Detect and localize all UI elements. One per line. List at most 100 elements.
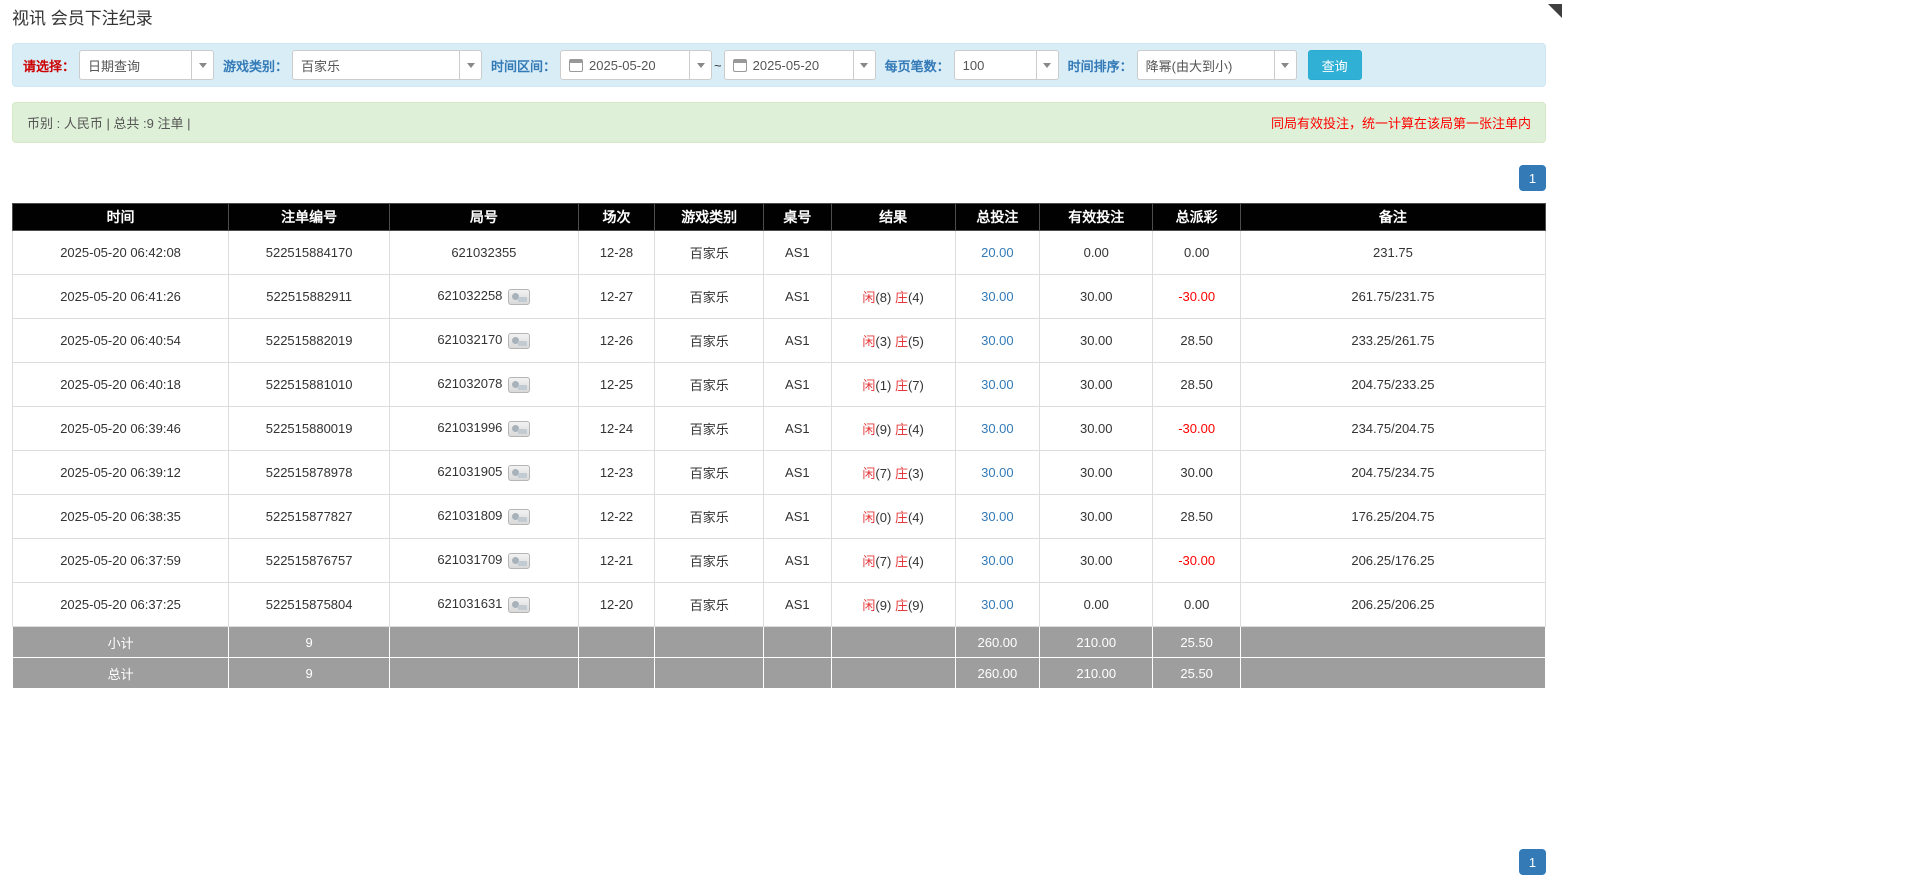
result-player-score: (9) — [875, 422, 891, 437]
per-page-select[interactable]: 100 — [954, 50, 1059, 80]
result-player-score: (9) — [875, 598, 891, 613]
query-type-select[interactable]: 日期查询 — [79, 50, 214, 80]
total-bet-link[interactable]: 30.00 — [981, 597, 1014, 612]
cell-game-type: 百家乐 — [655, 539, 764, 583]
replay-icon[interactable] — [508, 553, 530, 569]
cell-round: 621032355 — [390, 231, 579, 275]
round-number: 621032170 — [437, 332, 502, 347]
footer-note — [1240, 658, 1545, 689]
cell-result: 闲(9) 庄(9) — [831, 583, 955, 627]
round-number: 621031809 — [437, 508, 502, 523]
footer-result — [831, 627, 955, 658]
footer-total-bet: 260.00 — [955, 627, 1039, 658]
replay-icon[interactable] — [508, 509, 530, 525]
total-bet-link[interactable]: 30.00 — [981, 465, 1014, 480]
cell-total-bet: 30.00 — [955, 539, 1039, 583]
date-from-picker[interactable]: 2025-05-20 — [560, 50, 712, 80]
game-type-select[interactable]: 百家乐 — [292, 50, 482, 80]
replay-icon[interactable] — [508, 465, 530, 481]
replay-icon[interactable] — [508, 421, 530, 437]
column-header: 备注 — [1240, 204, 1545, 231]
search-button[interactable]: 查询 — [1308, 50, 1362, 80]
main-content: 视讯 会员下注纪录 请选择： 日期查询 游戏类别： 百家乐 时间区间： 2025… — [12, 4, 1546, 689]
total-bet-link[interactable]: 30.00 — [981, 553, 1014, 568]
replay-icon[interactable] — [508, 289, 530, 305]
total-bet-link[interactable]: 30.00 — [981, 421, 1014, 436]
cell-bet-id: 522515882911 — [229, 275, 390, 319]
footer-result — [831, 658, 955, 689]
round-number: 621031905 — [437, 464, 502, 479]
replay-icon[interactable] — [508, 597, 530, 613]
cell-game-type: 百家乐 — [655, 231, 764, 275]
table-header-row: 时间注单编号局号场次游戏类别桌号结果总投注有效投注总派彩备注 — [13, 204, 1546, 231]
result-player-score: (7) — [875, 554, 891, 569]
result-banker-label: 庄 — [895, 554, 908, 569]
footer-payout: 25.50 — [1153, 658, 1240, 689]
round-number: 621032355 — [451, 245, 516, 260]
column-header: 结果 — [831, 204, 955, 231]
cell-result: 闲(0) 庄(4) — [831, 495, 955, 539]
result-player-score: (8) — [875, 290, 891, 305]
result-banker-label: 庄 — [895, 466, 908, 481]
date-from-value: 2025-05-20 — [589, 58, 683, 73]
table-row: 2025-05-20 06:39:46522515880019621031996… — [13, 407, 1546, 451]
cell-payout: 0.00 — [1153, 583, 1240, 627]
calendar-icon — [733, 59, 747, 72]
cell-game-type: 百家乐 — [655, 583, 764, 627]
column-header: 注单编号 — [229, 204, 390, 231]
cell-bet-id: 522515880019 — [229, 407, 390, 451]
pagination-page-button-bottom[interactable]: 1 — [1519, 849, 1546, 875]
cell-time: 2025-05-20 06:37:25 — [13, 583, 229, 627]
result-player-label: 闲 — [862, 466, 875, 481]
date-to-picker[interactable]: 2025-05-20 — [724, 50, 876, 80]
chevron-down-icon — [853, 51, 875, 79]
cell-payout: -30.00 — [1153, 407, 1240, 451]
total-bet-link[interactable]: 20.00 — [981, 245, 1014, 260]
summary-row: 小计9260.00210.0025.50 — [13, 627, 1546, 658]
sort-order-select[interactable]: 降幂(由大到小) — [1137, 50, 1297, 80]
replay-icon[interactable] — [508, 377, 530, 393]
cell-note: 206.25/206.25 — [1240, 583, 1545, 627]
cell-total-bet: 30.00 — [955, 319, 1039, 363]
result-player-score: (1) — [875, 378, 891, 393]
column-header: 时间 — [13, 204, 229, 231]
round-number: 621031631 — [437, 596, 502, 611]
date-to-value: 2025-05-20 — [753, 58, 847, 73]
page-title: 视讯 会员下注纪录 — [12, 4, 1546, 29]
round-number: 621032258 — [437, 288, 502, 303]
total-bet-link[interactable]: 30.00 — [981, 509, 1014, 524]
currency-total-text: 币别 : 人民币 | 总共 :9 注单 | — [27, 113, 191, 132]
result-banker-score: (4) — [908, 422, 924, 437]
cell-payout: 28.50 — [1153, 363, 1240, 407]
cell-game-type: 百家乐 — [655, 451, 764, 495]
result-player-label: 闲 — [862, 422, 875, 437]
total-bet-link[interactable]: 30.00 — [981, 333, 1014, 348]
chevron-down-icon — [1274, 51, 1296, 79]
cell-session: 12-25 — [578, 363, 655, 407]
cell-table-number: AS1 — [764, 363, 831, 407]
cell-valid-bet: 30.00 — [1040, 495, 1153, 539]
column-header: 桌号 — [764, 204, 831, 231]
filter-group-per-page: 每页笔数： 100 — [885, 50, 1059, 80]
result-banker-score: (5) — [908, 334, 924, 349]
replay-icon[interactable] — [508, 333, 530, 349]
cell-round: 621032170 — [390, 319, 579, 363]
date-range-label: 时间区间： — [491, 56, 556, 75]
round-number: 621031996 — [437, 420, 502, 435]
footer-valid-bet: 210.00 — [1040, 658, 1153, 689]
chevron-down-icon — [1036, 51, 1058, 79]
total-bet-link[interactable]: 30.00 — [981, 289, 1014, 304]
footer-table — [764, 627, 831, 658]
chevron-down-icon — [689, 51, 711, 79]
table-row: 2025-05-20 06:42:08522515884170621032355… — [13, 231, 1546, 275]
cell-valid-bet: 30.00 — [1040, 319, 1153, 363]
cell-session: 12-26 — [578, 319, 655, 363]
cell-game-type: 百家乐 — [655, 495, 764, 539]
total-bet-link[interactable]: 30.00 — [981, 377, 1014, 392]
result-banker-label: 庄 — [895, 598, 908, 613]
column-header: 局号 — [390, 204, 579, 231]
cell-bet-id: 522515877827 — [229, 495, 390, 539]
cell-bet-id: 522515875804 — [229, 583, 390, 627]
pagination-page-button[interactable]: 1 — [1519, 165, 1546, 191]
cell-note: 234.75/204.75 — [1240, 407, 1545, 451]
